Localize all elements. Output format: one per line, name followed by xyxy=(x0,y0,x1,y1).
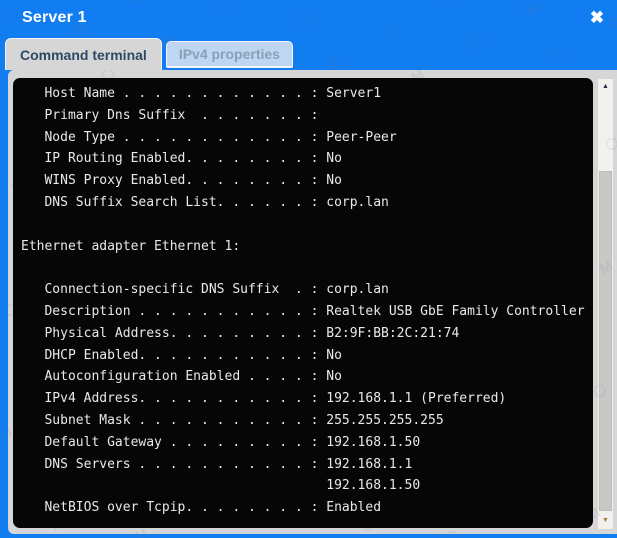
titlebar: Server 1 ✖ xyxy=(0,0,617,38)
tab-ipv4-properties[interactable]: IPv4 properties xyxy=(166,41,293,68)
scroll-up-arrow-icon[interactable]: ▲ xyxy=(598,79,613,95)
scroll-down-arrow-icon[interactable]: ▼ xyxy=(598,513,613,529)
tab-command-terminal[interactable]: Command terminal xyxy=(5,38,162,70)
tab-bar: Command terminal IPv4 properties xyxy=(5,38,293,70)
dialog-title: Server 1 xyxy=(22,9,87,27)
close-icon[interactable]: ✖ xyxy=(586,7,608,29)
scrollbar-thumb[interactable] xyxy=(599,171,612,511)
terminal-scrollbar[interactable]: ▲ ▼ xyxy=(598,79,613,529)
ipconfig-output-text: Host Name . . . . . . . . . . . . : Serv… xyxy=(21,83,593,519)
server-dialog: ▲ ▼ M ⬡ M ⬡ M ⬡ M ⬡ M ⬡ M ⬡ M ⬡ M ⬡ M ⬡ … xyxy=(0,0,617,538)
terminal-output[interactable]: Host Name . . . . . . . . . . . . : Serv… xyxy=(13,78,593,528)
